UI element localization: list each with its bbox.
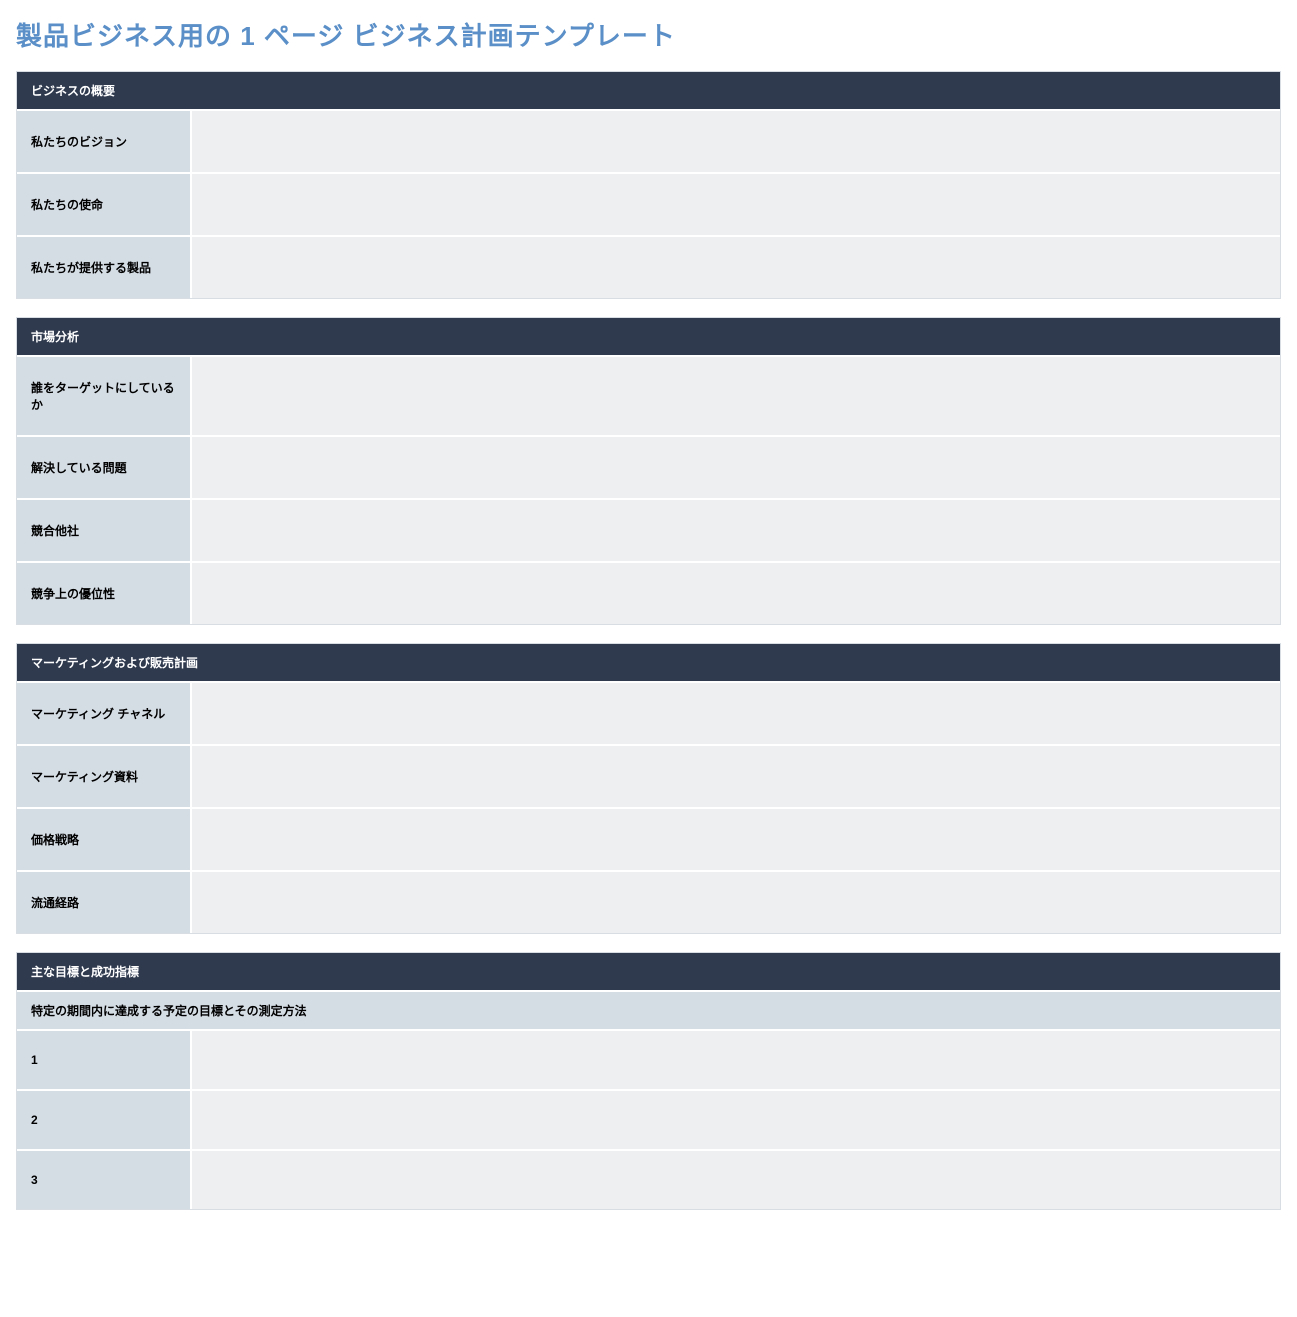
section-market-analysis: 市場分析 誰をターゲットにしているか 解決している問題 競合他社 競争上の優位性 <box>16 317 1281 625</box>
row-value[interactable] <box>192 1031 1280 1089</box>
row-value[interactable] <box>192 683 1280 744</box>
table-row: 私たちの使命 <box>17 172 1280 235</box>
section-header: 市場分析 <box>17 318 1280 355</box>
row-label-distribution: 流通経路 <box>17 872 192 933</box>
table-row: 2 <box>17 1089 1280 1149</box>
table-row: 競合他社 <box>17 498 1280 561</box>
row-value[interactable] <box>192 237 1280 298</box>
table-row: 解決している問題 <box>17 435 1280 498</box>
table-row: 私たちのビジョン <box>17 109 1280 172</box>
row-label-pricing: 価格戦略 <box>17 809 192 870</box>
row-value[interactable] <box>192 1151 1280 1209</box>
table-row: 流通経路 <box>17 870 1280 933</box>
table-row: 競争上の優位性 <box>17 561 1280 624</box>
table-row: マーケティング資料 <box>17 744 1280 807</box>
row-label-competitors: 競合他社 <box>17 500 192 561</box>
row-label-goal-1: 1 <box>17 1031 192 1089</box>
row-label-problem: 解決している問題 <box>17 437 192 498</box>
row-label-target: 誰をターゲットにしているか <box>17 357 192 435</box>
row-value[interactable] <box>192 174 1280 235</box>
row-value[interactable] <box>192 1091 1280 1149</box>
row-label-advantage: 競争上の優位性 <box>17 563 192 624</box>
section-header: ビジネスの概要 <box>17 72 1280 109</box>
row-label-vision: 私たちのビジョン <box>17 111 192 172</box>
row-label-products: 私たちが提供する製品 <box>17 237 192 298</box>
row-value[interactable] <box>192 809 1280 870</box>
table-row: 1 <box>17 1029 1280 1089</box>
row-label-goal-2: 2 <box>17 1091 192 1149</box>
row-value[interactable] <box>192 872 1280 933</box>
row-label-mission: 私たちの使命 <box>17 174 192 235</box>
section-subheader: 特定の期間内に達成する予定の目標とその測定方法 <box>17 990 1280 1029</box>
table-row: 誰をターゲットにしているか <box>17 355 1280 435</box>
row-value[interactable] <box>192 357 1280 435</box>
table-row: 3 <box>17 1149 1280 1209</box>
section-business-overview: ビジネスの概要 私たちのビジョン 私たちの使命 私たちが提供する製品 <box>16 71 1281 299</box>
table-row: マーケティング チャネル <box>17 681 1280 744</box>
row-label-channels: マーケティング チャネル <box>17 683 192 744</box>
section-header: 主な目標と成功指標 <box>17 953 1280 990</box>
table-row: 価格戦略 <box>17 807 1280 870</box>
row-value[interactable] <box>192 500 1280 561</box>
row-value[interactable] <box>192 111 1280 172</box>
row-value[interactable] <box>192 437 1280 498</box>
page-title: 製品ビジネス用の 1 ページ ビジネス計画テンプレート <box>16 16 1281 53</box>
row-value[interactable] <box>192 563 1280 624</box>
section-marketing-sales: マーケティングおよび販売計画 マーケティング チャネル マーケティング資料 価格… <box>16 643 1281 934</box>
section-header: マーケティングおよび販売計画 <box>17 644 1280 681</box>
row-label-materials: マーケティング資料 <box>17 746 192 807</box>
section-goals-metrics: 主な目標と成功指標 特定の期間内に達成する予定の目標とその測定方法 1 2 3 <box>16 952 1281 1210</box>
row-value[interactable] <box>192 746 1280 807</box>
table-row: 私たちが提供する製品 <box>17 235 1280 298</box>
row-label-goal-3: 3 <box>17 1151 192 1209</box>
